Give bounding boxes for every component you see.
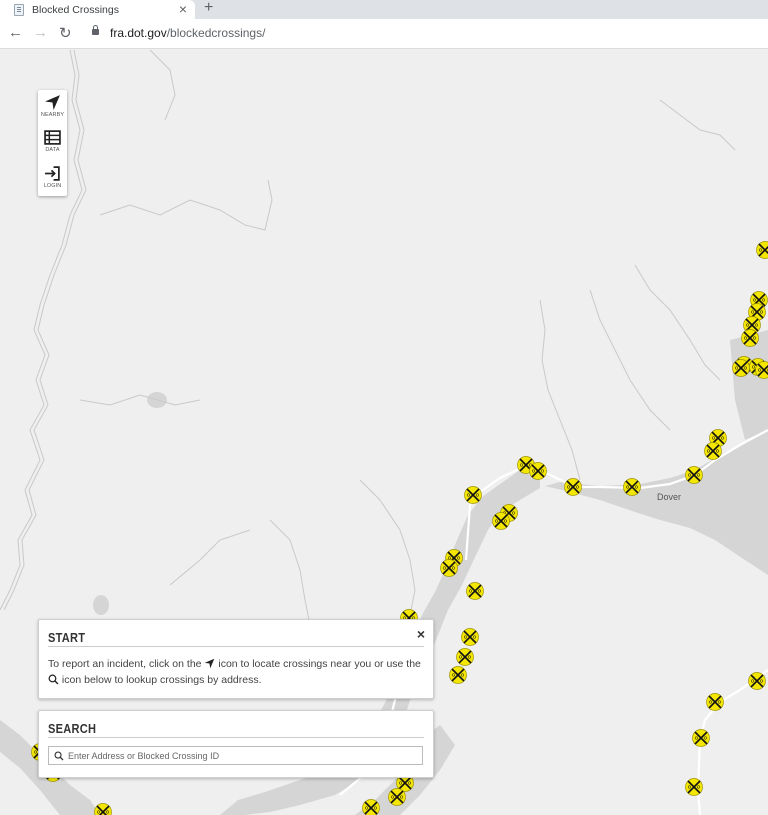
page-favicon-icon	[14, 3, 24, 16]
search-icon	[48, 674, 59, 685]
url-field[interactable]: fra.dot.gov/blockedcrossings/	[110, 26, 265, 40]
crossing-markers-layer	[31, 241, 768, 815]
railroad-crossing-icon[interactable]	[94, 803, 112, 815]
railroad-crossing-icon[interactable]	[362, 799, 380, 815]
railroad-crossing-icon[interactable]	[492, 512, 510, 530]
search-box	[48, 746, 423, 765]
url-path: /blockedcrossings/	[166, 26, 266, 40]
address-bar: ← → ↻ fra.dot.gov/blockedcrossings/	[0, 19, 768, 49]
start-text-1: To report an incident, click on the	[48, 658, 202, 670]
railroad-crossing-icon[interactable]	[704, 442, 722, 460]
railroad-crossing-icon[interactable]	[623, 478, 641, 496]
railroad-crossing-icon[interactable]	[756, 241, 768, 259]
login-icon	[45, 166, 60, 181]
search-divider	[48, 737, 424, 738]
railroad-crossing-icon[interactable]	[564, 478, 582, 496]
start-text-3: icon below to lookup crossings by addres…	[61, 674, 262, 686]
data-button[interactable]: DATA	[38, 125, 67, 159]
url-host: fra.dot.gov	[110, 26, 167, 40]
railroad-crossing-icon[interactable]	[529, 462, 547, 480]
start-panel: START × To report an incident, click on …	[38, 619, 434, 699]
railroad-crossing-icon[interactable]	[449, 666, 467, 684]
start-title: START	[48, 630, 86, 645]
search-icon	[54, 751, 64, 761]
map-canvas[interactable]: Dover	[0, 49, 768, 815]
search-input[interactable]	[68, 748, 418, 763]
railroad-crossing-icon[interactable]	[685, 466, 703, 484]
railroad-crossing-icon[interactable]	[440, 559, 458, 577]
start-instructions: To report an incident, click on the icon…	[48, 656, 428, 688]
login-label: LOGIN	[43, 183, 62, 189]
browser-tab[interactable]: Blocked Crossings ×	[0, 0, 195, 19]
forward-arrow-icon[interactable]: →	[33, 24, 48, 41]
navigation-arrow-icon	[45, 95, 60, 110]
railroad-crossing-icon[interactable]	[692, 729, 710, 747]
railroad-crossing-icon[interactable]	[388, 788, 406, 806]
nearby-label: NEARBY	[40, 112, 65, 118]
new-tab-button[interactable]: +	[204, 0, 213, 17]
back-arrow-icon[interactable]: ←	[8, 24, 23, 41]
navigation-arrow-icon	[205, 658, 215, 669]
search-title: SEARCH	[48, 721, 97, 736]
tab-close-icon[interactable]: ×	[179, 1, 187, 17]
railroad-crossing-icon[interactable]	[706, 693, 724, 711]
data-label: DATA	[45, 147, 60, 153]
railroad-crossing-icon[interactable]	[748, 672, 766, 690]
start-text-2: icon to locate crossings near you or use…	[218, 658, 421, 670]
tab-title: Blocked Crossings	[32, 3, 119, 16]
close-icon[interactable]: ×	[417, 626, 425, 642]
railroad-crossing-icon[interactable]	[464, 486, 482, 504]
table-icon	[44, 130, 61, 145]
railroad-crossing-icon[interactable]	[456, 648, 474, 666]
map-toolbar: NEARBY DATA LOGIN	[38, 90, 67, 196]
reload-icon[interactable]: ↻	[59, 24, 72, 42]
railroad-crossing-icon[interactable]	[732, 359, 750, 377]
railroad-crossing-icon[interactable]	[685, 778, 703, 796]
railroad-crossing-icon[interactable]	[466, 582, 484, 600]
browser-tab-bar: Blocked Crossings × +	[0, 0, 768, 19]
start-divider	[48, 646, 424, 647]
login-button[interactable]: LOGIN	[38, 161, 67, 195]
railroad-crossing-icon[interactable]	[741, 329, 759, 347]
place-label-dover: Dover	[657, 492, 682, 502]
nearby-button[interactable]: NEARBY	[38, 90, 67, 124]
lock-icon[interactable]	[92, 25, 99, 35]
search-panel: SEARCH	[38, 710, 434, 778]
railroad-crossing-icon[interactable]	[461, 628, 479, 646]
